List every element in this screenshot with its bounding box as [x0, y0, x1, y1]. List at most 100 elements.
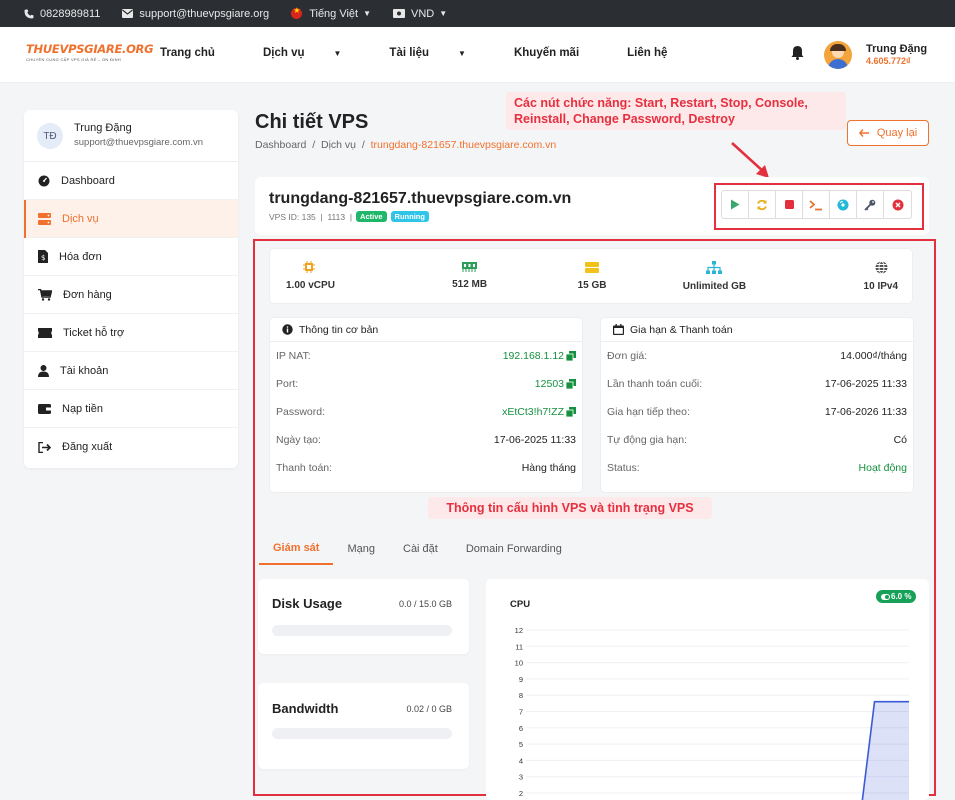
bell-icon[interactable]	[791, 45, 804, 60]
sidebar-item-logout[interactable]: Đăng xuất	[24, 428, 238, 466]
nav-label: Tài liệu	[389, 47, 430, 59]
nav-services[interactable]: Dịch vụ ▼	[263, 47, 365, 59]
breadcrumb-dashboard[interactable]: Dashboard	[255, 139, 306, 151]
envelope-icon	[122, 9, 134, 18]
support-email: support@thuevpsgiare.org	[139, 7, 270, 20]
chevron-down-icon: ▼	[333, 48, 342, 58]
y-tick-label: 6	[519, 724, 523, 733]
logo-slogan: CHUYÊN CUNG CẤP VPS GIÁ RẺ – ỔN ĐỊNH	[26, 57, 121, 62]
sidebar-item-services[interactable]: Dịch vụ	[24, 200, 238, 238]
vps-tabs: Giám sát Mạng Cài đặt Domain Forwarding	[259, 533, 576, 565]
server-icon	[38, 212, 51, 225]
disk-usage-title: Disk Usage	[272, 596, 343, 611]
calendar-icon	[613, 324, 624, 335]
row-value: 17-06-2025 11:33	[493, 434, 576, 446]
currency-label: VND	[411, 7, 435, 20]
sidebar-item-label: Dashboard	[61, 174, 115, 187]
avatar[interactable]	[824, 41, 852, 69]
vps-meta: VPS ID: 135 | 1113 | Active Running	[269, 211, 429, 222]
chevron-down-icon: ▼	[439, 9, 448, 18]
copy-icon[interactable]	[566, 379, 576, 389]
vps-id: VPS ID: 135	[269, 211, 316, 222]
y-tick-label: 10	[515, 659, 523, 668]
avatar-body	[828, 59, 848, 69]
bandwidth-value: 0.02 / 0 GB	[406, 704, 452, 714]
arrow-left-icon	[858, 129, 869, 137]
sidebar-item-label: Hóa đơn	[59, 250, 102, 263]
email-item[interactable]: support@thuevpsgiare.org	[122, 8, 269, 20]
phone-item[interactable]: 0828989811	[24, 8, 100, 20]
sidebar-item-topup[interactable]: Nạp tiền	[24, 390, 238, 428]
tab-network[interactable]: Mạng	[333, 533, 389, 565]
spec-label: 1.00 vCPU	[286, 280, 335, 291]
nav-home[interactable]: Trang chủ	[160, 47, 239, 59]
nav-docs[interactable]: Tài liệu ▼	[389, 47, 490, 59]
created-row: Ngày tạo: 17-06-2025 11:33	[270, 426, 582, 454]
svg-text:$: $	[41, 254, 45, 262]
site-logo[interactable]: THUEVPSGIARE.ORG CHUYÊN CUNG CẤP VPS GIÁ…	[26, 42, 154, 62]
sidebar-item-tickets[interactable]: Ticket hỗ trợ	[24, 314, 238, 352]
gauge-icon	[38, 175, 50, 186]
sidebar-user-email: support@thuevpsgiare.com.vn	[74, 137, 203, 148]
breadcrumb-services[interactable]: Dịch vụ	[321, 139, 356, 151]
user-balance: 4.605.772₫	[866, 56, 911, 66]
billing-card: Gia hạn & Thanh toán Đơn giá: 14.000₫/th…	[600, 317, 914, 493]
disk-usage-card: Disk Usage 0.0 / 15.0 GB	[258, 579, 469, 654]
sidebar-item-account[interactable]: Tài khoản	[24, 352, 238, 390]
nav-contact[interactable]: Liên hệ	[627, 47, 691, 59]
row-key: Thanh toán:	[276, 462, 333, 474]
y-tick-label: 8	[519, 691, 523, 700]
disk-icon	[585, 261, 600, 273]
row-value: Hàng tháng	[521, 462, 576, 474]
sidebar-item-dashboard[interactable]: Dashboard	[24, 162, 238, 200]
y-tick-label: 4	[519, 756, 523, 765]
row-value: xEtCt3!h7!ZZ	[502, 406, 564, 418]
y-tick-label: 2	[519, 789, 523, 798]
back-button[interactable]: Quay lại	[847, 120, 929, 146]
currency-dropdown[interactable]: VND ▼	[393, 8, 447, 20]
port-value: 12503	[535, 378, 576, 390]
nav-promotions[interactable]: Khuyến mãi	[514, 47, 603, 59]
logout-icon	[38, 441, 51, 453]
header-user-name[interactable]: Trung Đặng	[866, 43, 927, 55]
meta-separator: |	[315, 211, 328, 222]
basic-info-header: Thông tin cơ bản	[270, 318, 582, 342]
vietnam-flag-icon	[291, 6, 303, 19]
nav-label: Dịch vụ	[262, 47, 305, 59]
y-tick-label: 5	[519, 740, 523, 749]
vps-hostname: trungdang-821657.thuevpsgiare.com.vn	[269, 190, 572, 207]
cart-icon	[38, 288, 52, 301]
nav-label: Khuyến mãi	[513, 47, 580, 59]
bandwidth-bar	[272, 728, 452, 739]
y-tick-label: 3	[519, 773, 523, 782]
ip-nat-value: 192.168.1.12	[503, 350, 576, 362]
sidebar-item-label: Nạp tiền	[62, 402, 103, 415]
cpu-line	[861, 700, 909, 800]
tab-settings[interactable]: Cài đặt	[389, 533, 452, 565]
row-key: Port:	[276, 378, 299, 390]
actions-highlight-box	[714, 183, 924, 230]
tab-monitoring[interactable]: Giám sát	[259, 533, 334, 565]
ticket-icon	[38, 327, 52, 338]
language-dropdown[interactable]: Tiếng Việt ▼	[291, 6, 371, 20]
copy-icon[interactable]	[566, 351, 576, 361]
sidebar-item-label: Dịch vụ	[62, 212, 99, 225]
avatar-hair	[830, 44, 846, 51]
payment-row: Thanh toán: Hàng tháng	[270, 454, 582, 482]
disk-usage-bar	[272, 625, 452, 636]
tab-domain-forwarding[interactable]: Domain Forwarding	[452, 533, 576, 565]
spec-label: 10 IPv4	[863, 280, 899, 292]
back-label: Quay lại	[876, 127, 918, 139]
spec-bandwidth: Unlimited GB	[653, 249, 775, 303]
row-value: 192.168.1.12	[502, 350, 564, 362]
next-renewal-row: Gia hạn tiếp theo: 17-06-2026 11:33	[601, 398, 913, 426]
row-value: Có	[893, 434, 907, 446]
sidebar-item-invoices[interactable]: $ Hóa đơn	[24, 238, 238, 276]
copy-icon[interactable]	[566, 407, 576, 417]
network-icon	[706, 260, 723, 274]
cpu-icon	[303, 261, 315, 273]
sidebar-item-orders[interactable]: Đơn hàng	[24, 276, 238, 314]
row-key: Password:	[276, 406, 326, 418]
row-key: Tự động gia hạn:	[607, 434, 688, 446]
row-value: Hoạt động	[858, 462, 907, 474]
